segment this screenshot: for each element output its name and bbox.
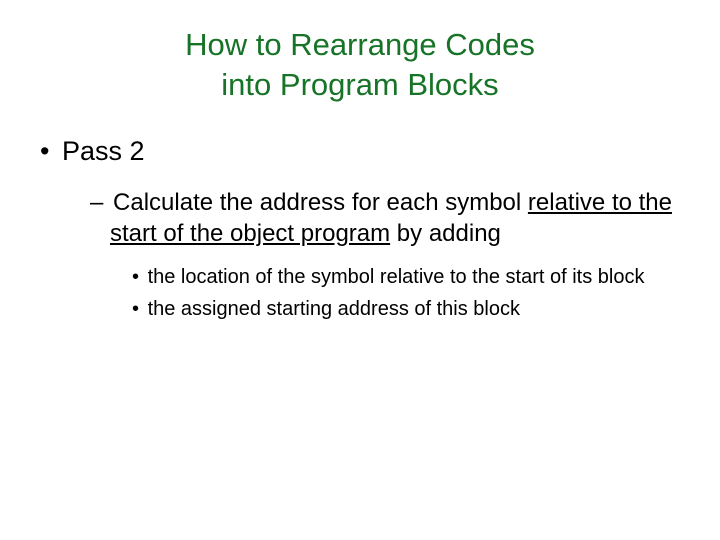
subsub1-text: the location of the symbol relative to t… bbox=[148, 266, 645, 288]
dash-marker: – bbox=[90, 189, 106, 216]
title-line-2: into Program Blocks bbox=[221, 67, 498, 102]
bullet-1-text: Pass 2 bbox=[62, 136, 145, 166]
slide-title: How to Rearrange Codes into Program Bloc… bbox=[40, 25, 680, 106]
bullet-level-3-item-2: the assigned starting address of this bl… bbox=[150, 296, 680, 322]
sub1-pre-text: Calculate the address for each symbol bbox=[106, 189, 528, 216]
subsub2-text: the assigned starting address of this bl… bbox=[148, 298, 520, 320]
bullet-level-1: Pass 2 bbox=[60, 136, 680, 167]
bullet-level-2: – Calculate the address for each symbol … bbox=[110, 187, 680, 249]
title-line-1: How to Rearrange Codes bbox=[185, 27, 535, 62]
bullet-level-3-item-1: the location of the symbol relative to t… bbox=[150, 264, 680, 290]
sub1-post-text: by adding bbox=[390, 220, 501, 247]
